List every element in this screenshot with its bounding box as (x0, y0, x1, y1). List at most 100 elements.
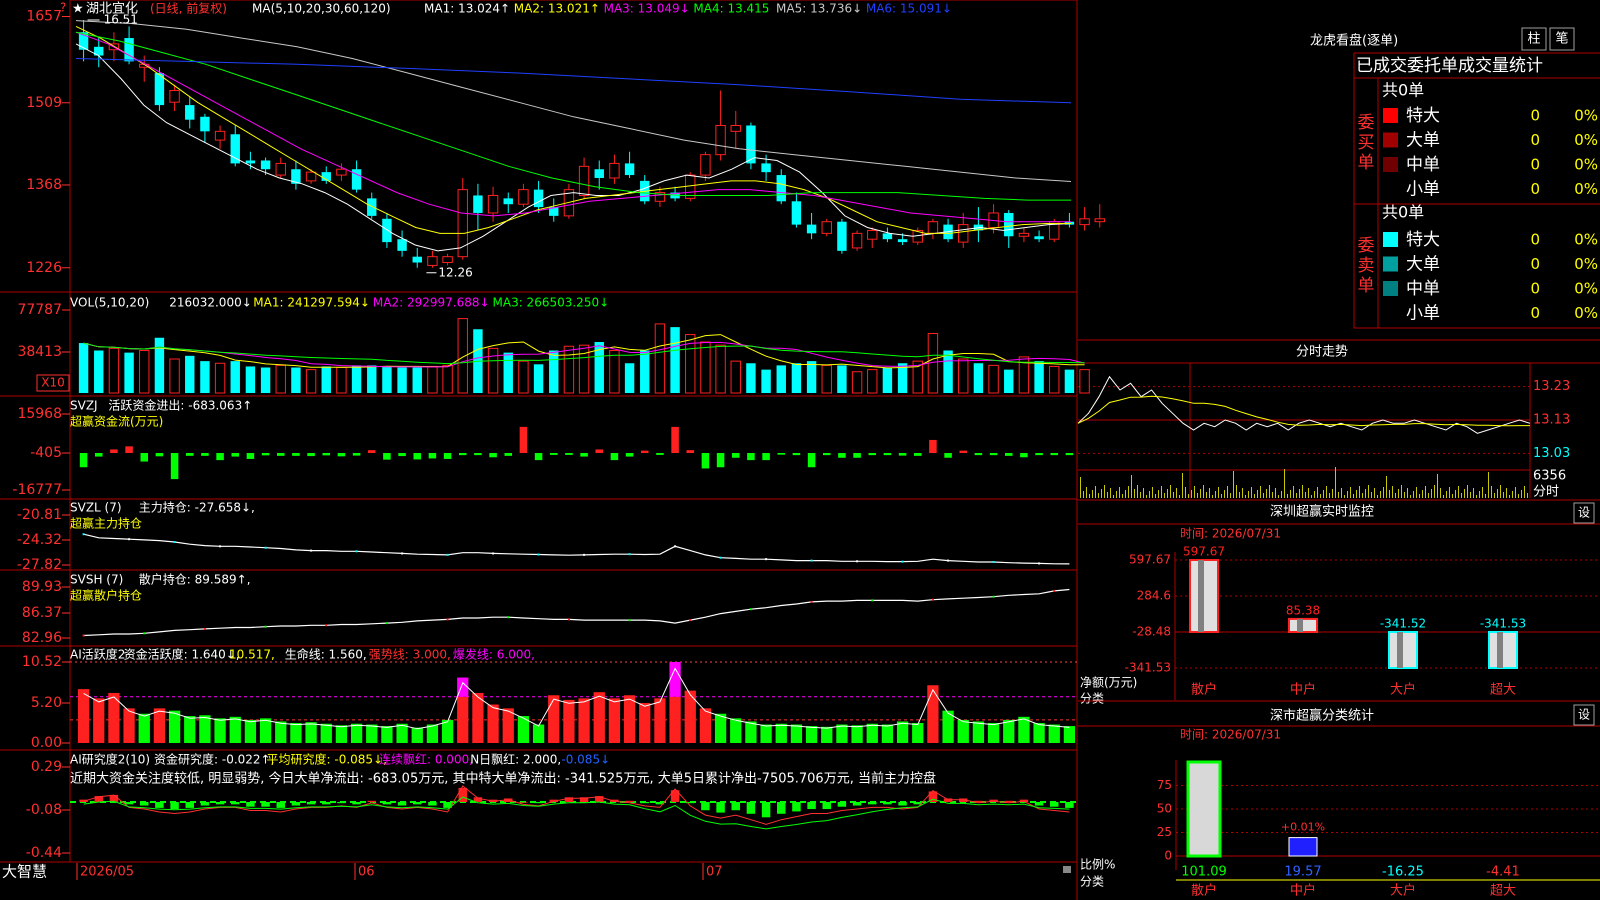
candle-body-down (761, 163, 771, 173)
volume-bar-down (245, 366, 256, 393)
panel-value: 平均研究度: -0.085↓, (267, 752, 387, 767)
activity-bar (851, 725, 863, 743)
fund-flow-bar (868, 453, 877, 456)
fund-flow-bar (170, 453, 179, 480)
volume-bar-down (397, 367, 407, 393)
retail-position-tick (689, 619, 692, 622)
sell-side-label: 委卖单 (1358, 236, 1375, 296)
intraday-volume-bar (1206, 492, 1207, 498)
candle-body-up (851, 232, 863, 249)
activity-bar (881, 724, 894, 743)
sz-monitor-category: 大户 (1390, 682, 1416, 698)
ma5-value: MA5: 13.736↓ (776, 2, 862, 16)
side-label-char: 买 (1358, 133, 1375, 153)
intraday-volume-bar (1212, 495, 1213, 498)
research-bar (625, 800, 634, 802)
candle-body-up (821, 221, 832, 234)
sz-monitor-value: -341.52 (1380, 617, 1426, 631)
ma4-value: MA4: 13.415 (693, 2, 769, 16)
activity-bar-strong (699, 708, 712, 743)
ma3-value: MA3: 13.049↓ (604, 2, 690, 16)
axis-tick-label: -405 (30, 445, 62, 461)
activity-bar (184, 716, 196, 743)
fund-flow-bar (1050, 453, 1059, 456)
activity-bar (350, 723, 363, 743)
fund-flow-bar (656, 453, 664, 455)
intraday-volume-bar (1227, 486, 1228, 498)
activity-bar-strong (593, 692, 605, 743)
activity-bar (532, 724, 545, 743)
fund-flow-bar (140, 453, 149, 462)
side-label-char: 委 (1358, 236, 1375, 256)
intraday-volume-bar (1293, 486, 1294, 498)
fund-flow-bar (853, 453, 861, 458)
sz-class-value: -4.41 (1486, 865, 1520, 880)
activity-bar (366, 724, 378, 743)
axis-tick-label: 38413 (17, 344, 62, 360)
intraday-volume-bar (1122, 494, 1123, 498)
panel-title: SVSH (7) (70, 573, 123, 587)
brand-label: 大智慧 (2, 863, 47, 881)
legend-swatch (1383, 281, 1398, 296)
activity-bar-strong (502, 708, 514, 743)
research-bar (1065, 802, 1074, 808)
sz-monitor-time: 时间: 2026/07/31 (1180, 527, 1281, 541)
stock-chart-canvas[interactable]: ★ 湖北宜化 (日线, 前复权) MA(5,10,20,30,60,120) MA1: … (0, 0, 1600, 900)
intraday-volume-bar (1305, 492, 1306, 498)
intraday-volume-bar (1242, 488, 1243, 498)
intraday-volume-bar (1356, 490, 1357, 498)
side-label-char: 单 (1358, 276, 1375, 296)
fund-flow-bar (1020, 453, 1028, 458)
axis-tick-label: 0.00 (31, 735, 62, 751)
fund-flow-bar (580, 453, 588, 457)
activity-bar (805, 726, 818, 743)
fund-flow-bar (413, 453, 422, 460)
intraday-volume-bar (1458, 486, 1459, 498)
fund-flow-bar (777, 453, 786, 455)
activity-bar (1048, 724, 1060, 743)
bar-mode-label: 柱 (1527, 32, 1540, 47)
volume-bar-up (305, 369, 317, 394)
panel-value: 连续飘红: 0.000, (379, 752, 473, 767)
sz-class-note: +0.01% (1281, 821, 1325, 834)
order-count: 0 (1530, 304, 1540, 322)
volume-bar-up (336, 367, 347, 394)
volume-bar-down (670, 327, 680, 393)
main-position-tick (310, 549, 313, 552)
axis-tick-label: -27.82 (17, 557, 62, 573)
research-bar (291, 802, 301, 806)
intraday-volume-bar (1194, 486, 1195, 498)
panel-value: 生命线: 1.560, (285, 647, 367, 662)
intraday-axis-label: 13.23 (1533, 379, 1570, 394)
volume-bar-up (427, 365, 438, 394)
activity-bar (1063, 726, 1076, 743)
candle-body-down (897, 239, 908, 243)
volume-bar-up (715, 344, 726, 394)
intraday-volume-bar (1362, 493, 1363, 498)
intraday-volume-bar (1284, 469, 1285, 498)
research-bar (200, 802, 210, 806)
intraday-volume-bar (1287, 494, 1288, 498)
fund-flow-bar (125, 446, 133, 453)
candle-body-up (685, 174, 696, 199)
volume-bar-down (351, 365, 362, 393)
candle-body-down (473, 195, 483, 213)
fund-flow-bar (110, 449, 118, 453)
sz-monitor-bar-shade (1198, 560, 1204, 633)
intraday-volume-bar (1137, 485, 1138, 498)
order-size-label: 特大 (1406, 230, 1440, 250)
volume-bar-down (882, 367, 893, 393)
intraday-volume-bar (1269, 485, 1270, 498)
volume-bar-down (1064, 369, 1075, 393)
fund-flow-bar (625, 453, 634, 457)
sz-class-value: 19.57 (1284, 865, 1321, 880)
order-count: 0 (1530, 107, 1540, 125)
candle-body-up (275, 162, 286, 176)
order-percent: 0% (1574, 280, 1598, 298)
candle-body-up (578, 165, 590, 196)
volume-bar-down (746, 363, 756, 393)
panel-value: 资金活跃度: 1.640↓, (124, 647, 240, 662)
pen-mode-label: 笔 (1555, 31, 1568, 47)
activity-bar (320, 723, 332, 743)
fund-flow-bar (959, 450, 968, 453)
